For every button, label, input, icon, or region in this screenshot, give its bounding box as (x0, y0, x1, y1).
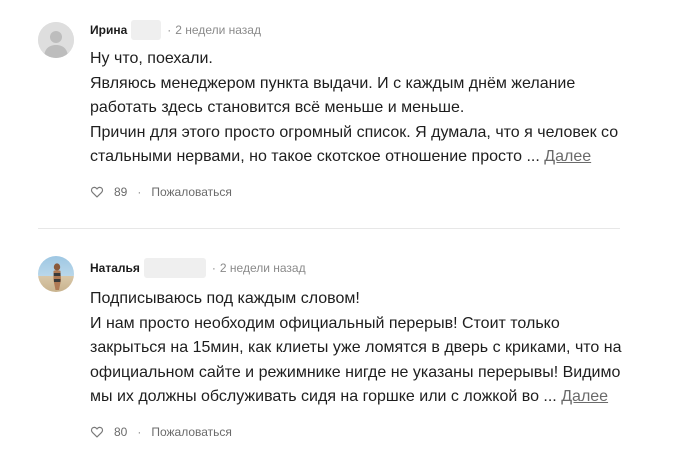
comment-header: Наталья · 2 недели назад (90, 258, 306, 278)
comment-timestamp: 2 недели назад (219, 261, 306, 275)
comment-actions: 80 · Пожаловаться (90, 422, 232, 442)
comment-line: Подписываюсь под каждым словом! (90, 290, 360, 307)
avatar[interactable] (38, 256, 74, 292)
like-button[interactable]: 89 (90, 185, 127, 199)
report-button[interactable]: Пожаловаться (151, 425, 232, 439)
comment-header: Ирина · 2 недели назад (90, 20, 261, 40)
comment-line: Являюсь менеджером пункта выдачи. И с ка… (90, 74, 576, 92)
report-button[interactable]: Пожаловаться (151, 185, 232, 199)
comment-line: Причин для этого просто огромный список.… (90, 123, 619, 141)
heart-icon (90, 426, 104, 438)
comment-text: Ну что, поехали. Являюсь менеджером пунк… (90, 47, 630, 170)
heart-icon (90, 186, 104, 198)
default-user-icon (38, 22, 74, 58)
comment-line: мы их должны обслуживать сидя на горшке … (90, 388, 557, 405)
comment-line: официальном сайте и режимнике нигде не у… (90, 363, 621, 381)
comment-line: И нам просто необходим официальный перер… (90, 314, 560, 332)
read-more-link[interactable]: Далее (544, 148, 591, 165)
read-more-link[interactable]: Далее (561, 388, 608, 405)
comment-line: закрыться на 15мин, как клиеты уже ломят… (90, 339, 622, 356)
comment-divider (38, 228, 620, 229)
like-count: 89 (114, 185, 128, 199)
comment-timestamp: 2 недели назад (175, 23, 261, 37)
author-name[interactable]: Наталья (90, 261, 140, 275)
header-separator: · (211, 261, 216, 275)
comment-actions: 89 · Пожаловаться (90, 182, 232, 202)
comment-line: работать здесь становится всё меньше и м… (90, 99, 465, 116)
name-blur (143, 258, 206, 278)
like-count: 80 (114, 425, 128, 439)
action-separator: · (137, 185, 142, 199)
comment-line: Ну что, поехали. (90, 50, 213, 67)
user-photo-icon (38, 256, 74, 292)
header-separator: · (167, 23, 172, 37)
name-blur (131, 20, 162, 40)
author-name[interactable]: Ирина (90, 23, 127, 37)
comment-line: стальными нервами, но такое скотское отн… (90, 148, 540, 165)
comment-text: Подписываюсь под каждым словом! И нам пр… (90, 287, 630, 410)
avatar[interactable] (38, 22, 74, 58)
like-button[interactable]: 80 (90, 425, 127, 439)
action-separator: · (137, 425, 142, 439)
